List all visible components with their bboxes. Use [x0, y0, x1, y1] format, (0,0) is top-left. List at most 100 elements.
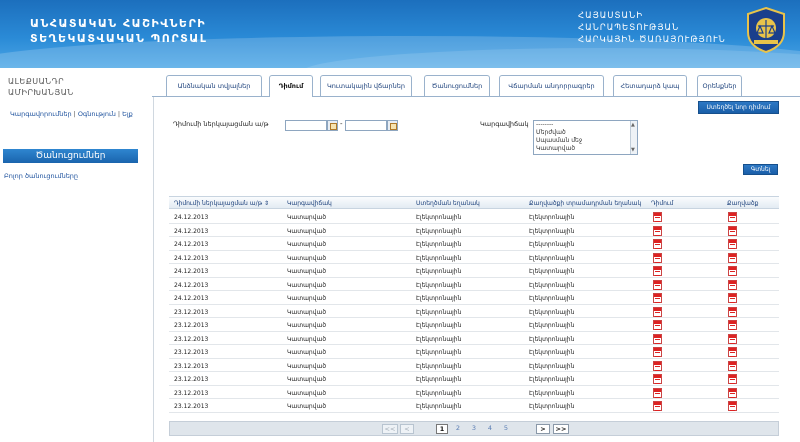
table-row: 24.12.2013 Կատարված Էլեկտրոնային Էլեկտրոնայ…	[169, 264, 779, 278]
tab-laws[interactable]: Օրենքներ	[697, 75, 742, 96]
application-pdf-icon[interactable]	[653, 266, 662, 276]
table-row: 24.12.2013 Կատարված Էլեկտրոնային Էլեկտրոնայ…	[169, 291, 779, 305]
tax-service-emblem-icon	[747, 6, 785, 54]
last-page-button[interactable]: >>	[553, 424, 569, 434]
user-first-name: ԱԼԵՔՍԱՆԴՐ	[8, 77, 65, 86]
statement-pdf-icon[interactable]	[728, 360, 737, 371]
statement-pdf-icon[interactable]	[728, 320, 737, 330]
statement-pdf-icon[interactable]	[728, 266, 737, 276]
statement-pdf-icon[interactable]	[728, 306, 737, 317]
search-button[interactable]: Գտնել	[743, 164, 778, 175]
page-3[interactable]: 3	[468, 424, 480, 434]
statement-pdf-icon[interactable]	[728, 387, 737, 398]
tab-accumulated-payments[interactable]: Կուտակային վճարներ	[320, 75, 412, 96]
cell-status: Կատարված	[287, 322, 327, 329]
cell-date: 24.12.2013	[174, 227, 209, 235]
notifications-heading[interactable]: Ծանուցումներ	[3, 149, 138, 163]
cell-date: 23.12.2013	[174, 403, 209, 410]
tab-payment-receipts[interactable]: Վճարման անդորրագրեր	[499, 75, 604, 96]
statement-pdf-icon[interactable]	[728, 347, 737, 357]
statement-pdf-icon[interactable]	[728, 401, 737, 411]
site-title-line1: ԱՆՀԱՏԱԿԱՆ ՀԱՇԻՎՆԵՐԻ	[30, 17, 207, 30]
statement-pdf-icon[interactable]	[728, 252, 737, 263]
cell-delivery-method: Էլեկտրոնային	[529, 308, 575, 316]
application-pdf-icon[interactable]	[653, 387, 662, 398]
date-from-input[interactable]	[285, 120, 327, 131]
all-notifications-link[interactable]: Բոլոր ծանուցումները	[4, 172, 78, 180]
user-name: ԱԼԵՔՍԱՆԴՐ ԱՄԻՐԽԱՆՅԱՆ	[8, 76, 74, 98]
status-option[interactable]: Սպասման մեջ	[534, 137, 637, 145]
prev-page-button[interactable]: <	[400, 424, 414, 434]
calendar-icon[interactable]	[327, 120, 338, 131]
application-pdf-icon[interactable]	[653, 320, 662, 330]
application-pdf-icon[interactable]	[653, 279, 662, 290]
cell-creation-method: Էլեկտրոնային	[416, 389, 462, 397]
cell-creation-method: Էլեկտրոնային	[416, 349, 462, 356]
status-option[interactable]: --------	[534, 121, 637, 129]
tab-personal-data[interactable]: Անձնական տվյալներ	[166, 75, 262, 96]
cell-creation-method: Էլեկտրոնային	[416, 362, 462, 370]
calendar-icon[interactable]	[387, 120, 398, 131]
settings-link[interactable]: Կարգավորումներ	[10, 110, 72, 118]
table-row: 23.12.2013 Կատարված Էլեկտրոնային Էլեկտրոնայ…	[169, 359, 779, 372]
user-links: Կարգավորումներ | Օգնություն | Ելք	[10, 110, 133, 118]
cell-creation-method: Էլեկտրոնային	[416, 254, 462, 262]
column-header-status: Կարգավիճակ	[287, 200, 332, 207]
date-to-input[interactable]	[345, 120, 387, 131]
statement-pdf-icon[interactable]	[728, 225, 737, 236]
application-pdf-icon[interactable]	[653, 360, 662, 371]
application-pdf-icon[interactable]	[653, 212, 662, 222]
page-1[interactable]: 1	[436, 424, 448, 434]
help-link[interactable]: Օգնություն	[78, 110, 116, 118]
status-option[interactable]: Մերժված	[534, 129, 637, 137]
tab-application[interactable]: Դիմում	[269, 75, 313, 97]
application-pdf-icon[interactable]	[653, 252, 662, 263]
table-header: Դիմումի ներկայացման ա/թ ⇕ Կարգավիճակ Ստե…	[169, 196, 779, 209]
cell-delivery-method: Էլեկտրոնային	[529, 241, 575, 248]
cell-status: Կատարված	[287, 295, 327, 302]
application-pdf-icon[interactable]	[653, 347, 662, 357]
statement-pdf-icon[interactable]	[728, 279, 737, 290]
cell-status: Կատարված	[287, 349, 327, 356]
page-2[interactable]: 2	[452, 424, 464, 434]
statement-pdf-icon[interactable]	[728, 333, 737, 344]
status-listbox[interactable]: -------- Մերժված Սպասման մեջ Կատարված	[533, 120, 638, 155]
table-row: 23.12.2013 Կատարված Էլեկտրոնային Էլեկտրոնայ…	[169, 318, 779, 332]
application-pdf-icon[interactable]	[653, 333, 662, 344]
next-page-button[interactable]: >	[536, 424, 550, 434]
cell-status: Կատարված	[287, 335, 327, 343]
tab-notifications[interactable]: Ծանուցումներ	[424, 75, 490, 96]
cell-delivery-method: Էլեկտրոնային	[529, 227, 575, 235]
statement-pdf-icon[interactable]	[728, 212, 737, 222]
cell-delivery-method: Էլեկտրոնային	[529, 335, 575, 343]
cell-date: 23.12.2013	[174, 389, 209, 397]
statement-pdf-icon[interactable]	[728, 374, 737, 384]
page-5[interactable]: 5	[500, 424, 512, 434]
create-new-application-button[interactable]: Ստեղծել նոր դիմում	[698, 101, 779, 114]
ministry-title-line3: ՀԱՐԿԱՅԻՆ ԾԱՌԱՅՈՒԹՅՈՒՆ	[578, 35, 726, 45]
application-pdf-icon[interactable]	[653, 225, 662, 236]
column-header-statement: Քաղվածք	[727, 200, 759, 207]
user-last-name: ԱՄԻՐԽԱՆՅԱՆ	[8, 88, 74, 97]
table-row: 24.12.2013 Կատարված Էլեկտրոնային Էլեկտրոնայ…	[169, 224, 779, 237]
application-pdf-icon[interactable]	[653, 239, 662, 249]
site-header: ԱՆՀԱՏԱԿԱՆ ՀԱՇԻՎՆԵՐԻ ՏԵՂԵԿԱՏՎԱԿԱՆ ՊՈՐՏԱԼ …	[0, 0, 800, 68]
tab-feedback[interactable]: Հետադարձ կապ	[613, 75, 687, 96]
cell-delivery-method: Էլեկտրոնային	[529, 254, 575, 262]
table-row: 23.12.2013 Կատարված Էլեկտրոնային Էլեկտրոնայ…	[169, 332, 779, 345]
logout-link[interactable]: Ելք	[122, 110, 133, 118]
application-pdf-icon[interactable]	[653, 401, 662, 411]
listbox-scrollbar[interactable]	[630, 121, 637, 154]
application-pdf-icon[interactable]	[653, 293, 662, 303]
first-page-button[interactable]: <<	[382, 424, 398, 434]
cell-creation-method: Էլեկտրոնային	[416, 281, 462, 289]
application-pdf-icon[interactable]	[653, 374, 662, 384]
cell-delivery-method: Էլեկտրոնային	[529, 349, 575, 356]
column-header-date[interactable]: Դիմումի ներկայացման ա/թ ⇕	[174, 200, 269, 207]
cell-creation-method: Էլեկտրոնային	[416, 308, 462, 316]
application-pdf-icon[interactable]	[653, 306, 662, 317]
status-option[interactable]: Կատարված	[534, 145, 637, 153]
page-4[interactable]: 4	[484, 424, 496, 434]
statement-pdf-icon[interactable]	[728, 239, 737, 249]
statement-pdf-icon[interactable]	[728, 293, 737, 303]
